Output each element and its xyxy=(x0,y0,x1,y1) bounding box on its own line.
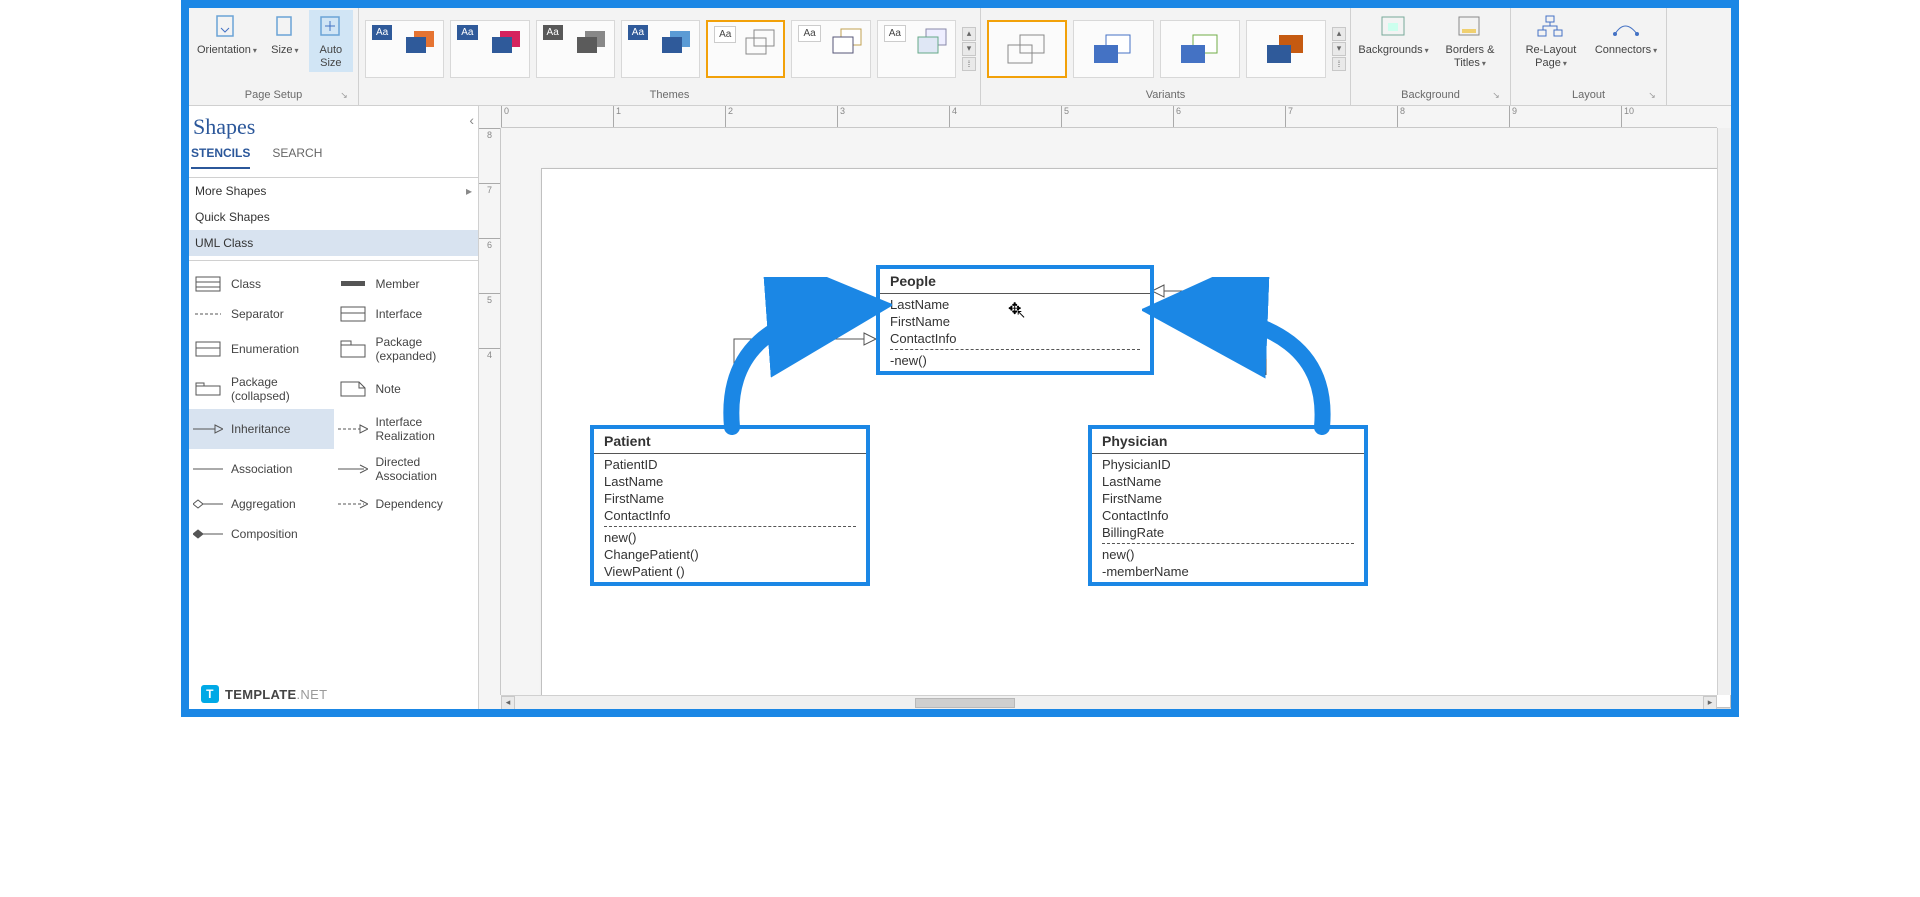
backgrounds-button[interactable]: Backgrounds▾ xyxy=(1355,10,1432,59)
theme-option[interactable]: Aa xyxy=(450,20,529,78)
layout-launcher[interactable]: ↘ xyxy=(1646,89,1658,101)
uml-class-stencil[interactable]: UML Class xyxy=(189,230,478,256)
variant-option[interactable] xyxy=(1246,20,1326,78)
relayout-label: Re-Layout Page xyxy=(1526,44,1577,69)
scrollbar-vertical[interactable] xyxy=(1717,128,1731,695)
shape-dependency[interactable]: Dependency xyxy=(334,489,479,519)
uml-patient-title: Patient xyxy=(594,429,866,454)
orientation-label: Orientation xyxy=(197,44,251,56)
shape-inheritance[interactable]: Inheritance xyxy=(189,409,334,449)
uml-patient[interactable]: Patient PatientID LastName FirstName Con… xyxy=(590,425,870,586)
shape-note[interactable]: Note xyxy=(334,369,479,409)
relayout-button[interactable]: Re-Layout Page▾ xyxy=(1515,10,1587,72)
page-setup-label: Page Setup xyxy=(245,89,303,101)
themes-scroll-up[interactable]: ▴ xyxy=(962,27,976,41)
auto-size-label: Auto Size xyxy=(320,44,343,70)
ruler-horizontal: 012345678910 xyxy=(501,106,1717,128)
background-label: Background xyxy=(1401,89,1460,101)
theme-option[interactable]: Aa xyxy=(365,20,444,78)
shape-enumeration[interactable]: Enumeration xyxy=(189,329,334,369)
tab-search[interactable]: SEARCH xyxy=(272,146,322,169)
themes-scroll-down[interactable]: ▾ xyxy=(962,42,976,56)
shapes-title: Shapes xyxy=(189,106,478,146)
uml-people-title: People xyxy=(880,269,1150,294)
theme-option[interactable]: Aa xyxy=(791,20,870,78)
scrollbar-horizontal[interactable]: ◂ ▸ xyxy=(501,695,1717,709)
background-launcher[interactable]: ↘ xyxy=(1490,89,1502,101)
quick-shapes[interactable]: Quick Shapes xyxy=(189,204,478,230)
shape-package-collapsed[interactable]: Package (collapsed) xyxy=(189,369,334,409)
annotation-arrow-right xyxy=(1142,277,1342,437)
ruler-vertical: 87654 xyxy=(479,128,501,695)
collapse-panel-icon[interactable]: ‹ xyxy=(469,112,474,128)
backgrounds-label: Backgrounds xyxy=(1358,44,1422,56)
size-label: Size xyxy=(271,44,292,56)
orientation-button[interactable]: Orientation▾ xyxy=(193,10,261,59)
themes-more[interactable]: ⁞ xyxy=(962,57,976,71)
layout-label: Layout xyxy=(1572,89,1605,101)
theme-option[interactable]: Aa xyxy=(877,20,956,78)
variants-scroll-down[interactable]: ▾ xyxy=(1332,42,1346,56)
variants-more[interactable]: ⁞ xyxy=(1332,57,1346,71)
shape-association[interactable]: Association xyxy=(189,449,334,489)
variants-scroll-up[interactable]: ▴ xyxy=(1332,27,1346,41)
theme-option[interactable]: Aa xyxy=(621,20,700,78)
watermark-logo-icon: T xyxy=(201,685,219,703)
scroll-left-icon[interactable]: ◂ xyxy=(501,696,515,710)
drawing-page[interactable]: People LastName FirstName ContactInfo -n… xyxy=(541,168,1731,708)
shape-interface-realization[interactable]: Interface Realization xyxy=(334,409,479,449)
shape-class[interactable]: Class xyxy=(189,269,334,299)
shape-interface[interactable]: Interface xyxy=(334,299,479,329)
size-button[interactable]: Size▾ xyxy=(263,10,307,59)
variant-option[interactable] xyxy=(1073,20,1153,78)
connectors-label: Connectors xyxy=(1595,44,1651,56)
variant-option-selected[interactable] xyxy=(987,20,1067,78)
uml-physician[interactable]: Physician PhysicianID LastName FirstName… xyxy=(1088,425,1368,586)
scroll-thumb-h[interactable] xyxy=(915,698,1015,708)
shapes-panel: ‹ Shapes STENCILS SEARCH More Shapes▸ Qu… xyxy=(189,106,479,709)
tab-stencils[interactable]: STENCILS xyxy=(191,146,250,169)
shape-composition[interactable]: Composition xyxy=(189,519,334,549)
uml-people[interactable]: People LastName FirstName ContactInfo -n… xyxy=(876,265,1154,375)
shape-package-expanded[interactable]: Package (expanded) xyxy=(334,329,479,369)
borders-label: Borders & Titles xyxy=(1446,44,1495,69)
canvas[interactable]: 012345678910 87654 People xyxy=(479,106,1731,709)
shape-member[interactable]: Member xyxy=(334,269,479,299)
more-shapes[interactable]: More Shapes▸ xyxy=(189,178,478,204)
scroll-right-icon[interactable]: ▸ xyxy=(1703,696,1717,710)
variant-option[interactable] xyxy=(1160,20,1240,78)
connectors-button[interactable]: Connectors▾ xyxy=(1589,10,1663,59)
variants-label: Variants xyxy=(1146,89,1186,101)
page-setup-launcher[interactable]: ↘ xyxy=(338,89,350,101)
uml-physician-title: Physician xyxy=(1092,429,1364,454)
shape-directed-association[interactable]: Directed Association xyxy=(334,449,479,489)
borders-titles-button[interactable]: Borders & Titles▾ xyxy=(1434,10,1506,72)
theme-option-selected[interactable]: Aa xyxy=(706,20,785,78)
annotation-arrow-left xyxy=(712,277,892,437)
theme-option[interactable]: Aa xyxy=(536,20,615,78)
watermark: T TEMPLATE.NET xyxy=(201,685,327,703)
auto-size-button[interactable]: Auto Size xyxy=(309,10,353,72)
ribbon: Orientation▾ Size▾ Auto Size Page Setup↘… xyxy=(189,8,1731,106)
shape-separator[interactable]: Separator xyxy=(189,299,334,329)
themes-label: Themes xyxy=(650,89,690,101)
shape-aggregation[interactable]: Aggregation xyxy=(189,489,334,519)
